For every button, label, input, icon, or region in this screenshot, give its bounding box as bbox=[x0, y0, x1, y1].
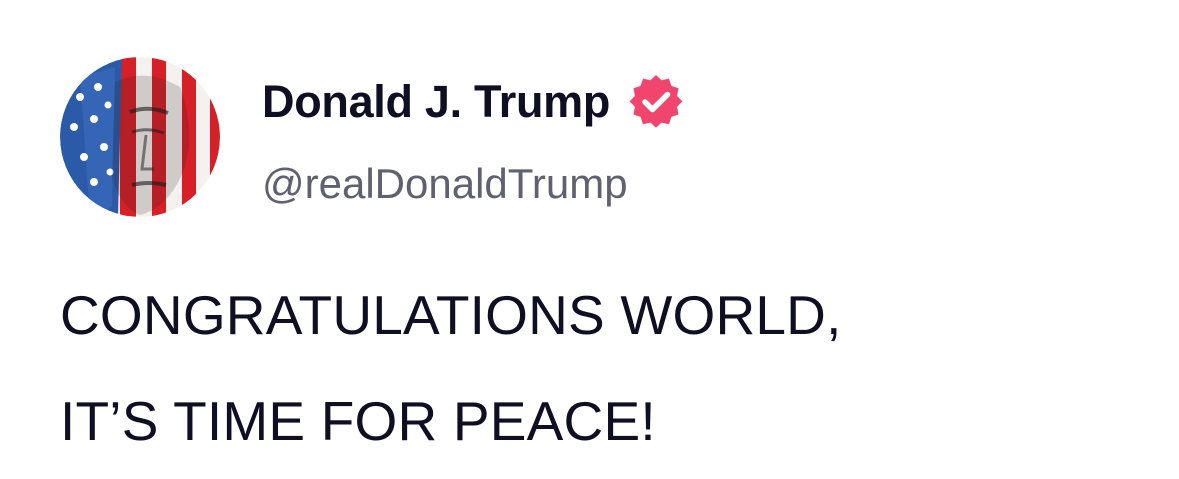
post-text-line: CONGRATULATIONS WORLD, bbox=[60, 284, 842, 346]
avatar[interactable] bbox=[60, 57, 220, 217]
post-text-line: IT’S TIME FOR PEACE! bbox=[60, 390, 656, 452]
author-display-name[interactable]: Donald J. Trump bbox=[262, 76, 610, 128]
author-row: Donald J. Trump bbox=[262, 72, 686, 132]
verified-badge-icon bbox=[629, 75, 683, 128]
post-card: Donald J. Trump @realDonaldTrump CONGRAT… bbox=[0, 0, 1179, 479]
post-text: CONGRATULATIONS WORLD, IT’S TIME FOR PEA… bbox=[60, 262, 1140, 474]
avatar-image bbox=[60, 57, 220, 217]
author-handle[interactable]: @realDonaldTrump bbox=[262, 160, 628, 208]
